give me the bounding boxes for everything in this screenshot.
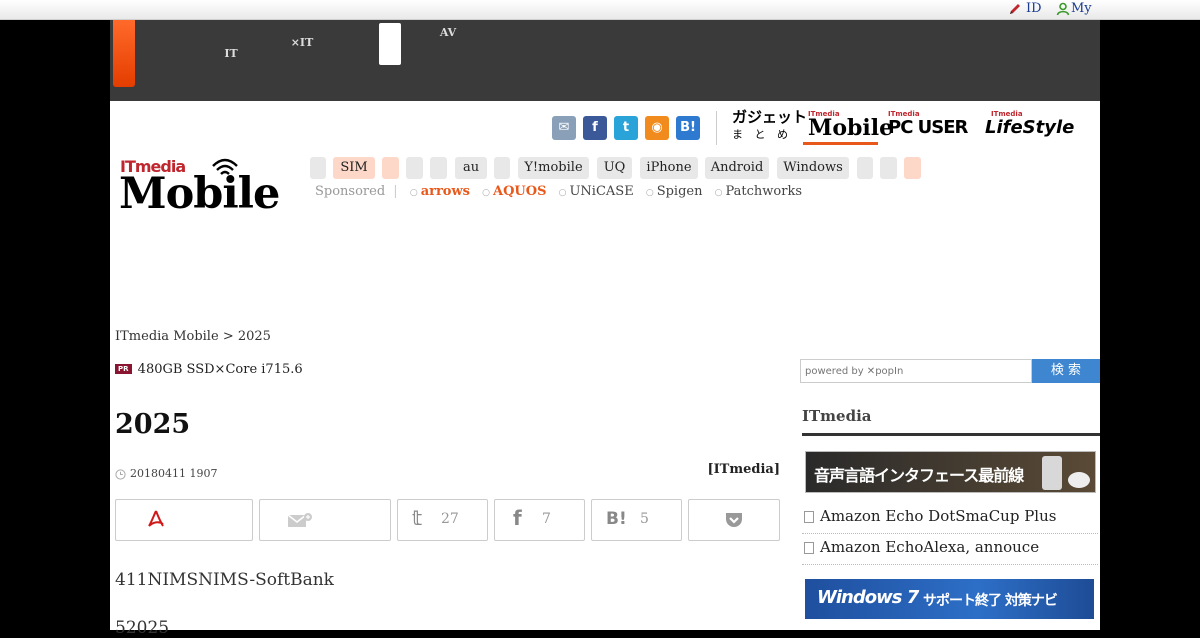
- article-source: [ITmedia]: [707, 462, 780, 477]
- rss-icon[interactable]: ◉: [645, 116, 669, 140]
- sidebar-link[interactable]: Amazon EchoAlexa, annouce: [802, 534, 1098, 565]
- active-brand-underline: [803, 142, 878, 145]
- article-title: 2025: [115, 409, 191, 440]
- sidebar-heading-rule: [802, 433, 1100, 436]
- sidebar-link[interactable]: Amazon Echo DotSmaCup Plus: [802, 503, 1098, 534]
- nav-pill-android[interactable]: Android: [705, 157, 769, 179]
- nav-pill-uq[interactable]: UQ: [597, 157, 632, 179]
- pdf-button[interactable]: [115, 499, 253, 541]
- nav-item-active[interactable]: [379, 23, 401, 65]
- clock-icon: [115, 469, 126, 480]
- hatena-bookmark-icon: B!: [606, 509, 627, 529]
- search-button[interactable]: 検 索: [1032, 359, 1100, 383]
- nav-pill[interactable]: [904, 157, 921, 179]
- site-logo[interactable]: ITmedia Mobile: [119, 155, 280, 219]
- nav-pill[interactable]: [382, 157, 399, 179]
- nav-pill[interactable]: [406, 157, 423, 179]
- mail-icon[interactable]: ✉: [552, 116, 576, 140]
- nav-item-x-it[interactable]: ×IT: [284, 27, 320, 48]
- hatena-count: 5: [640, 511, 649, 527]
- global-header: [110, 20, 1100, 101]
- nav-item-it[interactable]: IT: [216, 27, 246, 59]
- brand-divider: [716, 111, 717, 145]
- pencil-icon: [1010, 4, 1020, 14]
- nav-pill-iphone[interactable]: iPhone: [640, 157, 698, 179]
- pocket-icon: [726, 513, 742, 527]
- mail-share-button[interactable]: [259, 499, 391, 541]
- nav-pill[interactable]: [310, 157, 326, 179]
- sponsored-link-patchworks[interactable]: Patchworks: [725, 184, 802, 199]
- nav-pill-ymobile[interactable]: Y!mobile: [518, 157, 589, 179]
- breadcrumb: ITmedia Mobile > 2025: [115, 329, 271, 344]
- sponsored-link-arrows[interactable]: arrows: [421, 184, 470, 199]
- nav-pill[interactable]: [880, 157, 897, 179]
- pcuser-brand-logo[interactable]: ITmedia PC USER: [888, 110, 968, 138]
- twitter-share-button[interactable]: 𝕥 27: [397, 499, 488, 541]
- home-tab[interactable]: [113, 20, 135, 87]
- windows7-support-banner[interactable]: Windows 7 サポート終了 対策ナビ: [805, 579, 1094, 619]
- breadcrumb-current: 2025: [237, 329, 271, 344]
- article-lead: 411NIMSNIMS-SoftBank: [115, 570, 334, 590]
- sponsored-link-aquos[interactable]: AQUOS: [493, 184, 546, 199]
- facebook-icon[interactable]: f: [583, 116, 607, 140]
- sponsored-link-unicase[interactable]: UNiCASE: [569, 184, 633, 199]
- twitter-bird-icon: 𝕥: [412, 506, 423, 530]
- top-utility-bar: ID My: [0, 0, 1200, 20]
- sponsored-link-spigen[interactable]: Spigen: [657, 184, 703, 199]
- hatena-share-button[interactable]: B! 5: [591, 499, 682, 541]
- article-date: 20180411 1907: [130, 467, 218, 480]
- mail-plus-icon: [287, 513, 312, 527]
- nav-pill-au[interactable]: au: [455, 157, 487, 179]
- my-link[interactable]: My: [1071, 1, 1092, 16]
- nav-pill[interactable]: [494, 157, 510, 179]
- sponsored-links: Sponsored | ○ arrows ○ AQUOS ○ UNiCASE ○ Spi…: [315, 184, 802, 199]
- hatena-icon[interactable]: B!: [676, 116, 700, 140]
- nav-pill[interactable]: [857, 157, 873, 179]
- document-icon: [804, 542, 814, 554]
- document-icon: [804, 511, 814, 523]
- voice-interface-banner[interactable]: 音声言語インタフェース最前線: [805, 451, 1096, 493]
- twitter-count: 27: [441, 511, 459, 527]
- user-icon: [1056, 2, 1070, 16]
- search-input[interactable]: [800, 359, 1032, 383]
- article-paragraph: 52025: [115, 618, 170, 638]
- sidebar-heading: ITmedia: [802, 407, 872, 425]
- twitter-icon[interactable]: t: [614, 116, 638, 140]
- sponsored-label: Sponsored: [315, 184, 386, 199]
- pdf-icon: [148, 510, 164, 527]
- nav-pill-windows[interactable]: Windows: [777, 157, 849, 179]
- breadcrumb-root-link[interactable]: ITmedia Mobile: [115, 329, 219, 344]
- nav-pill-sim[interactable]: SIM: [333, 157, 375, 179]
- lifestyle-brand-logo[interactable]: ITmedia LifeStyle: [985, 110, 1074, 138]
- pr-badge: PR: [115, 364, 132, 374]
- facebook-count: 7: [542, 511, 551, 527]
- nav-pill[interactable]: [430, 157, 447, 179]
- mobile-brand-logo[interactable]: ITmedia Mobile: [808, 110, 893, 139]
- facebook-icon: f: [513, 506, 522, 530]
- nav-item-av[interactable]: AV: [434, 27, 462, 38]
- pr-link[interactable]: PR 480GB SSD×Core i715.6: [115, 362, 303, 377]
- id-link[interactable]: ID: [1026, 1, 1042, 16]
- gadget-matome-logo[interactable]: ガジェット ま と め: [732, 110, 807, 142]
- pocket-button[interactable]: [688, 499, 780, 541]
- facebook-share-button[interactable]: f 7: [494, 499, 585, 541]
